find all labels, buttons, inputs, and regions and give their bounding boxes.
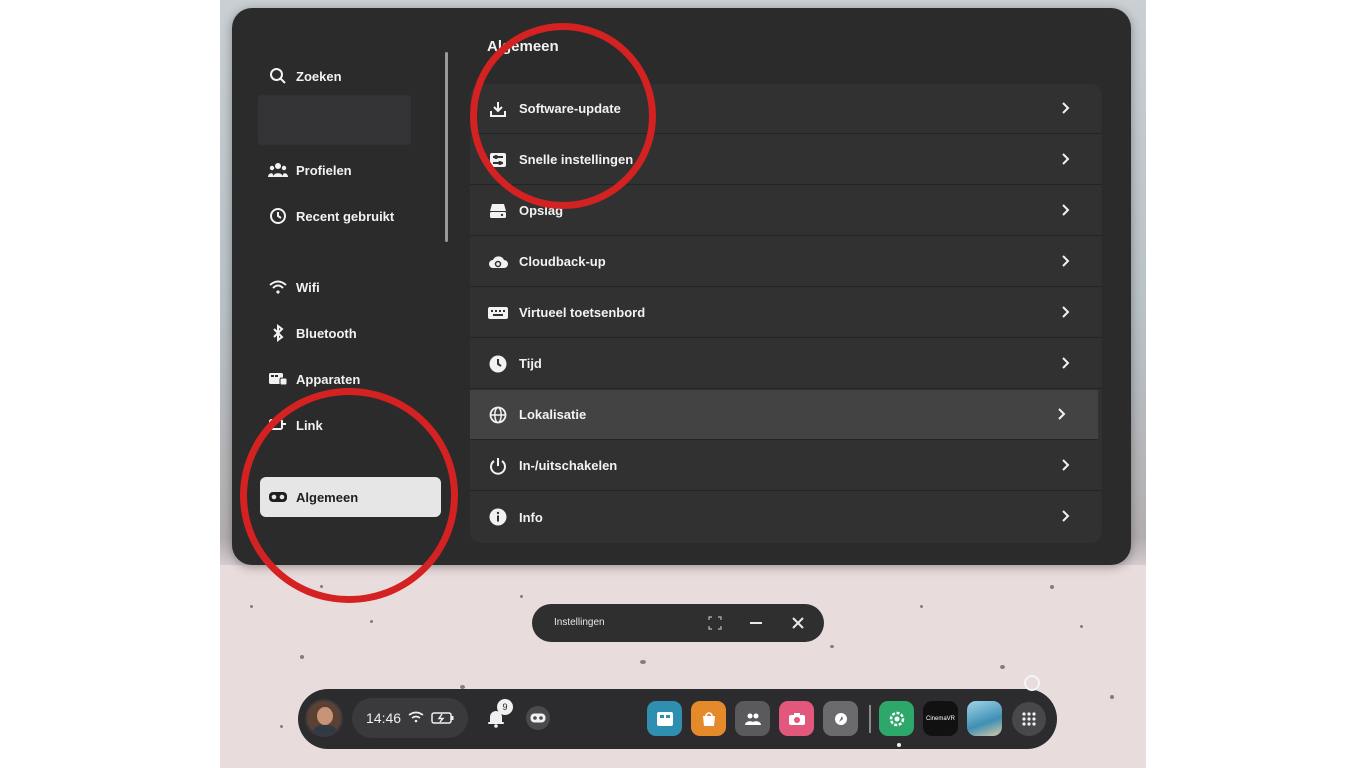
row-label: Cloudback-up xyxy=(519,254,606,269)
chevron-right-icon xyxy=(1062,255,1070,267)
chevron-right-icon xyxy=(1062,510,1070,522)
annotation-circle-software-update xyxy=(470,23,656,209)
close-icon[interactable] xyxy=(790,615,806,631)
row-virtueel-toetsenbord[interactable]: Virtueel toetsenbord xyxy=(470,288,1102,338)
camera-app-icon[interactable] xyxy=(779,701,814,736)
chevron-right-icon xyxy=(1062,357,1070,369)
chevron-right-icon xyxy=(1062,306,1070,318)
settings-app-icon[interactable] xyxy=(879,701,914,736)
row-tijd[interactable]: Tijd xyxy=(470,339,1102,389)
sidebar-item-label: Wifi xyxy=(296,279,320,295)
row-info[interactable]: Info xyxy=(470,492,1102,542)
expand-icon[interactable] xyxy=(707,615,723,631)
chevron-right-icon xyxy=(1062,459,1070,471)
game-app-icon[interactable] xyxy=(967,701,1002,736)
bluetooth-icon xyxy=(268,323,288,343)
sidebar-item-wifi[interactable]: Wifi xyxy=(260,267,442,307)
people-icon xyxy=(268,160,288,180)
sidebar-item-label: Profielen xyxy=(296,162,352,178)
sidebar-item-label: Bluetooth xyxy=(296,325,357,341)
sidebar-item-profielen[interactable]: Profielen xyxy=(260,150,442,190)
row-cloudback-up[interactable]: Cloudback-up xyxy=(470,237,1102,287)
minimize-icon[interactable] xyxy=(748,615,764,631)
globe-icon xyxy=(488,405,508,425)
dock-divider xyxy=(869,705,871,733)
sidebar-item-recent-gebruikt[interactable]: Recent gebruikt xyxy=(260,196,442,236)
tv-app-icon[interactable] xyxy=(647,701,682,736)
row-label: Tijd xyxy=(519,356,542,371)
devices-icon xyxy=(268,369,288,389)
chevron-right-icon xyxy=(1058,408,1066,420)
avatar[interactable] xyxy=(305,699,343,737)
sidebar-item-label: Recent gebruikt xyxy=(296,208,395,224)
search-button[interactable]: Zoeken xyxy=(260,56,442,96)
search-icon xyxy=(268,66,288,86)
sidebar-scrollbar[interactable] xyxy=(445,52,448,242)
battery-charging-icon xyxy=(431,711,455,729)
search-label: Zoeken xyxy=(296,68,342,84)
window-title-bar[interactable]: Instellingen xyxy=(532,604,824,642)
info-icon xyxy=(488,507,508,527)
row-lokalisatie[interactable]: Lokalisatie xyxy=(470,390,1098,440)
annotation-circle-algemeen xyxy=(240,388,458,603)
row-label: In-/uitschakelen xyxy=(519,458,618,473)
clock-time: 14:46 xyxy=(366,710,402,726)
chevron-right-icon xyxy=(1062,153,1070,165)
fitness-app-icon[interactable] xyxy=(823,701,858,736)
chevron-right-icon xyxy=(1062,102,1070,114)
sidebar-item-label: Apparaten xyxy=(296,371,361,387)
power-icon xyxy=(488,456,508,476)
cinema-app-icon[interactable]: CinemaVR xyxy=(923,701,958,736)
store-app-icon[interactable] xyxy=(691,701,726,736)
wifi-status-icon xyxy=(408,710,424,728)
app-grid-icon[interactable] xyxy=(1012,702,1046,736)
notification-badge: 9 xyxy=(497,699,513,715)
people-app-icon[interactable] xyxy=(735,701,770,736)
search-results-area xyxy=(258,95,411,145)
sidebar-item-bluetooth[interactable]: Bluetooth xyxy=(260,313,442,353)
chevron-right-icon xyxy=(1062,204,1070,216)
active-app-indicator xyxy=(897,743,901,747)
clock-icon xyxy=(488,354,508,374)
wifi-icon xyxy=(268,277,288,297)
row-label: Info xyxy=(519,509,543,525)
row-label: Virtueel toetsenbord xyxy=(519,305,646,320)
headset-quick-icon[interactable] xyxy=(526,706,550,730)
storage-icon xyxy=(488,201,508,221)
row-label: Lokalisatie xyxy=(519,407,587,422)
window-title: Instellingen xyxy=(554,617,605,628)
row-in-uitschakelen[interactable]: In-/uitschakelen xyxy=(470,441,1102,491)
history-icon xyxy=(268,206,288,226)
keyboard-icon xyxy=(488,303,508,323)
cloud-sync-icon xyxy=(488,252,508,272)
pointer-cursor xyxy=(1024,675,1040,691)
